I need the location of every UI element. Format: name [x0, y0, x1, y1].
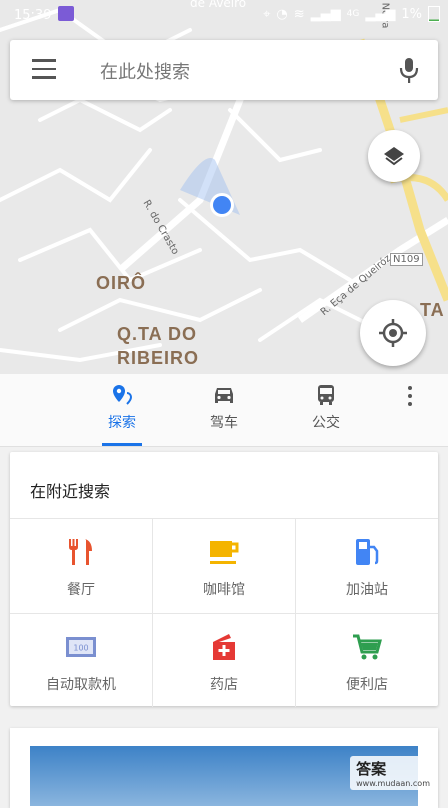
nearby-title: 在附近搜索 — [30, 482, 111, 501]
crosshair-icon — [379, 319, 407, 347]
nearby-pharmacy-label: 药店 — [210, 677, 238, 693]
svg-text:100: 100 — [73, 644, 88, 653]
tab-transit-label: 公交 — [312, 415, 340, 431]
tab-transit[interactable]: 公交 — [286, 382, 366, 432]
nearby-cafe-label: 咖啡馆 — [203, 582, 245, 598]
nearby-convenience-store-label: 便利店 — [346, 677, 388, 693]
status-time: 15:39 — [14, 8, 52, 23]
search-bar[interactable]: 在此处搜索 — [10, 40, 438, 100]
watermark-subtext: www.mudaan.com — [356, 779, 430, 788]
mode-tabs: 探索 驾车 公交 — [0, 374, 448, 447]
alarm-icon: ◔ — [276, 6, 288, 22]
place-label-oiro: OIRÔ — [96, 273, 147, 293]
nearby-atm[interactable]: 100 自动取款机 — [10, 614, 152, 708]
nearby-pharmacy[interactable]: 药店 — [153, 614, 295, 708]
road-label-n109: N109 — [390, 253, 423, 266]
nearby-atm-label: 自动取款机 — [46, 677, 116, 693]
nearby-convenience-store[interactable]: 便利店 — [296, 614, 438, 708]
nearby-search-card: 在附近搜索 餐厅 咖啡馆 加油站 100 自动取款机 药店 便利店 — [10, 452, 438, 707]
status-location-text: de Aveiro — [190, 0, 247, 10]
signal-icon-2: ▂▄▆ — [365, 6, 396, 22]
watermark-text: 答案 — [356, 760, 387, 778]
signal-icon: ▂▄▆ — [310, 6, 341, 22]
nearby-restaurant-label: 餐厅 — [67, 582, 95, 598]
place-label-qta-line2: RIBEIRO — [117, 348, 200, 368]
tab-driving[interactable]: 驾车 — [184, 382, 264, 432]
nearby-grid: 餐厅 咖啡馆 加油站 100 自动取款机 药店 便利店 — [10, 518, 438, 707]
microphone-icon[interactable] — [398, 56, 420, 84]
battery-icon — [428, 6, 440, 22]
layers-icon — [384, 147, 404, 166]
tab-explore-label: 探索 — [108, 415, 136, 431]
cafe-icon — [153, 535, 295, 569]
convenience-store-icon — [296, 630, 438, 664]
network-type: 4G — [346, 9, 360, 19]
search-input[interactable]: 在此处搜索 — [100, 58, 190, 84]
nearby-cafe[interactable]: 咖啡馆 — [153, 519, 295, 613]
location-status-icon: ⌖ — [263, 6, 271, 22]
location-dot — [213, 196, 231, 214]
gallery-notification-icon — [58, 6, 74, 21]
pharmacy-icon — [153, 630, 295, 664]
layers-button[interactable] — [368, 130, 420, 182]
nearby-gas-station[interactable]: 加油站 — [296, 519, 438, 613]
place-label-ta: TA — [420, 300, 445, 320]
atm-icon: 100 — [10, 630, 152, 664]
gas-station-icon — [296, 535, 438, 569]
car-icon — [184, 382, 264, 408]
explore-pin-icon — [82, 382, 162, 408]
watermark-logo: 答案 www.mudaan.com — [350, 756, 436, 790]
bus-icon — [286, 382, 366, 408]
wifi-icon: ≋ — [293, 6, 305, 22]
nearby-gas-station-label: 加油站 — [346, 582, 388, 598]
place-label-qta-line1: Q.TA DO — [117, 324, 197, 344]
status-bar: 15:39 de Aveiro ⌖ ◔ ≋ ▂▄▆ 4G ▂▄▆ 1% — [0, 0, 448, 34]
restaurant-icon — [10, 535, 152, 569]
tab-driving-label: 驾车 — [210, 415, 238, 431]
nearby-restaurant[interactable]: 餐厅 — [10, 519, 152, 613]
more-options-icon[interactable] — [408, 386, 412, 410]
tab-explore[interactable]: 探索 — [82, 382, 162, 446]
menu-icon[interactable] — [32, 59, 56, 81]
my-location-button[interactable] — [360, 300, 426, 366]
battery-level: 1% — [401, 6, 422, 22]
active-tab-indicator — [102, 443, 142, 446]
